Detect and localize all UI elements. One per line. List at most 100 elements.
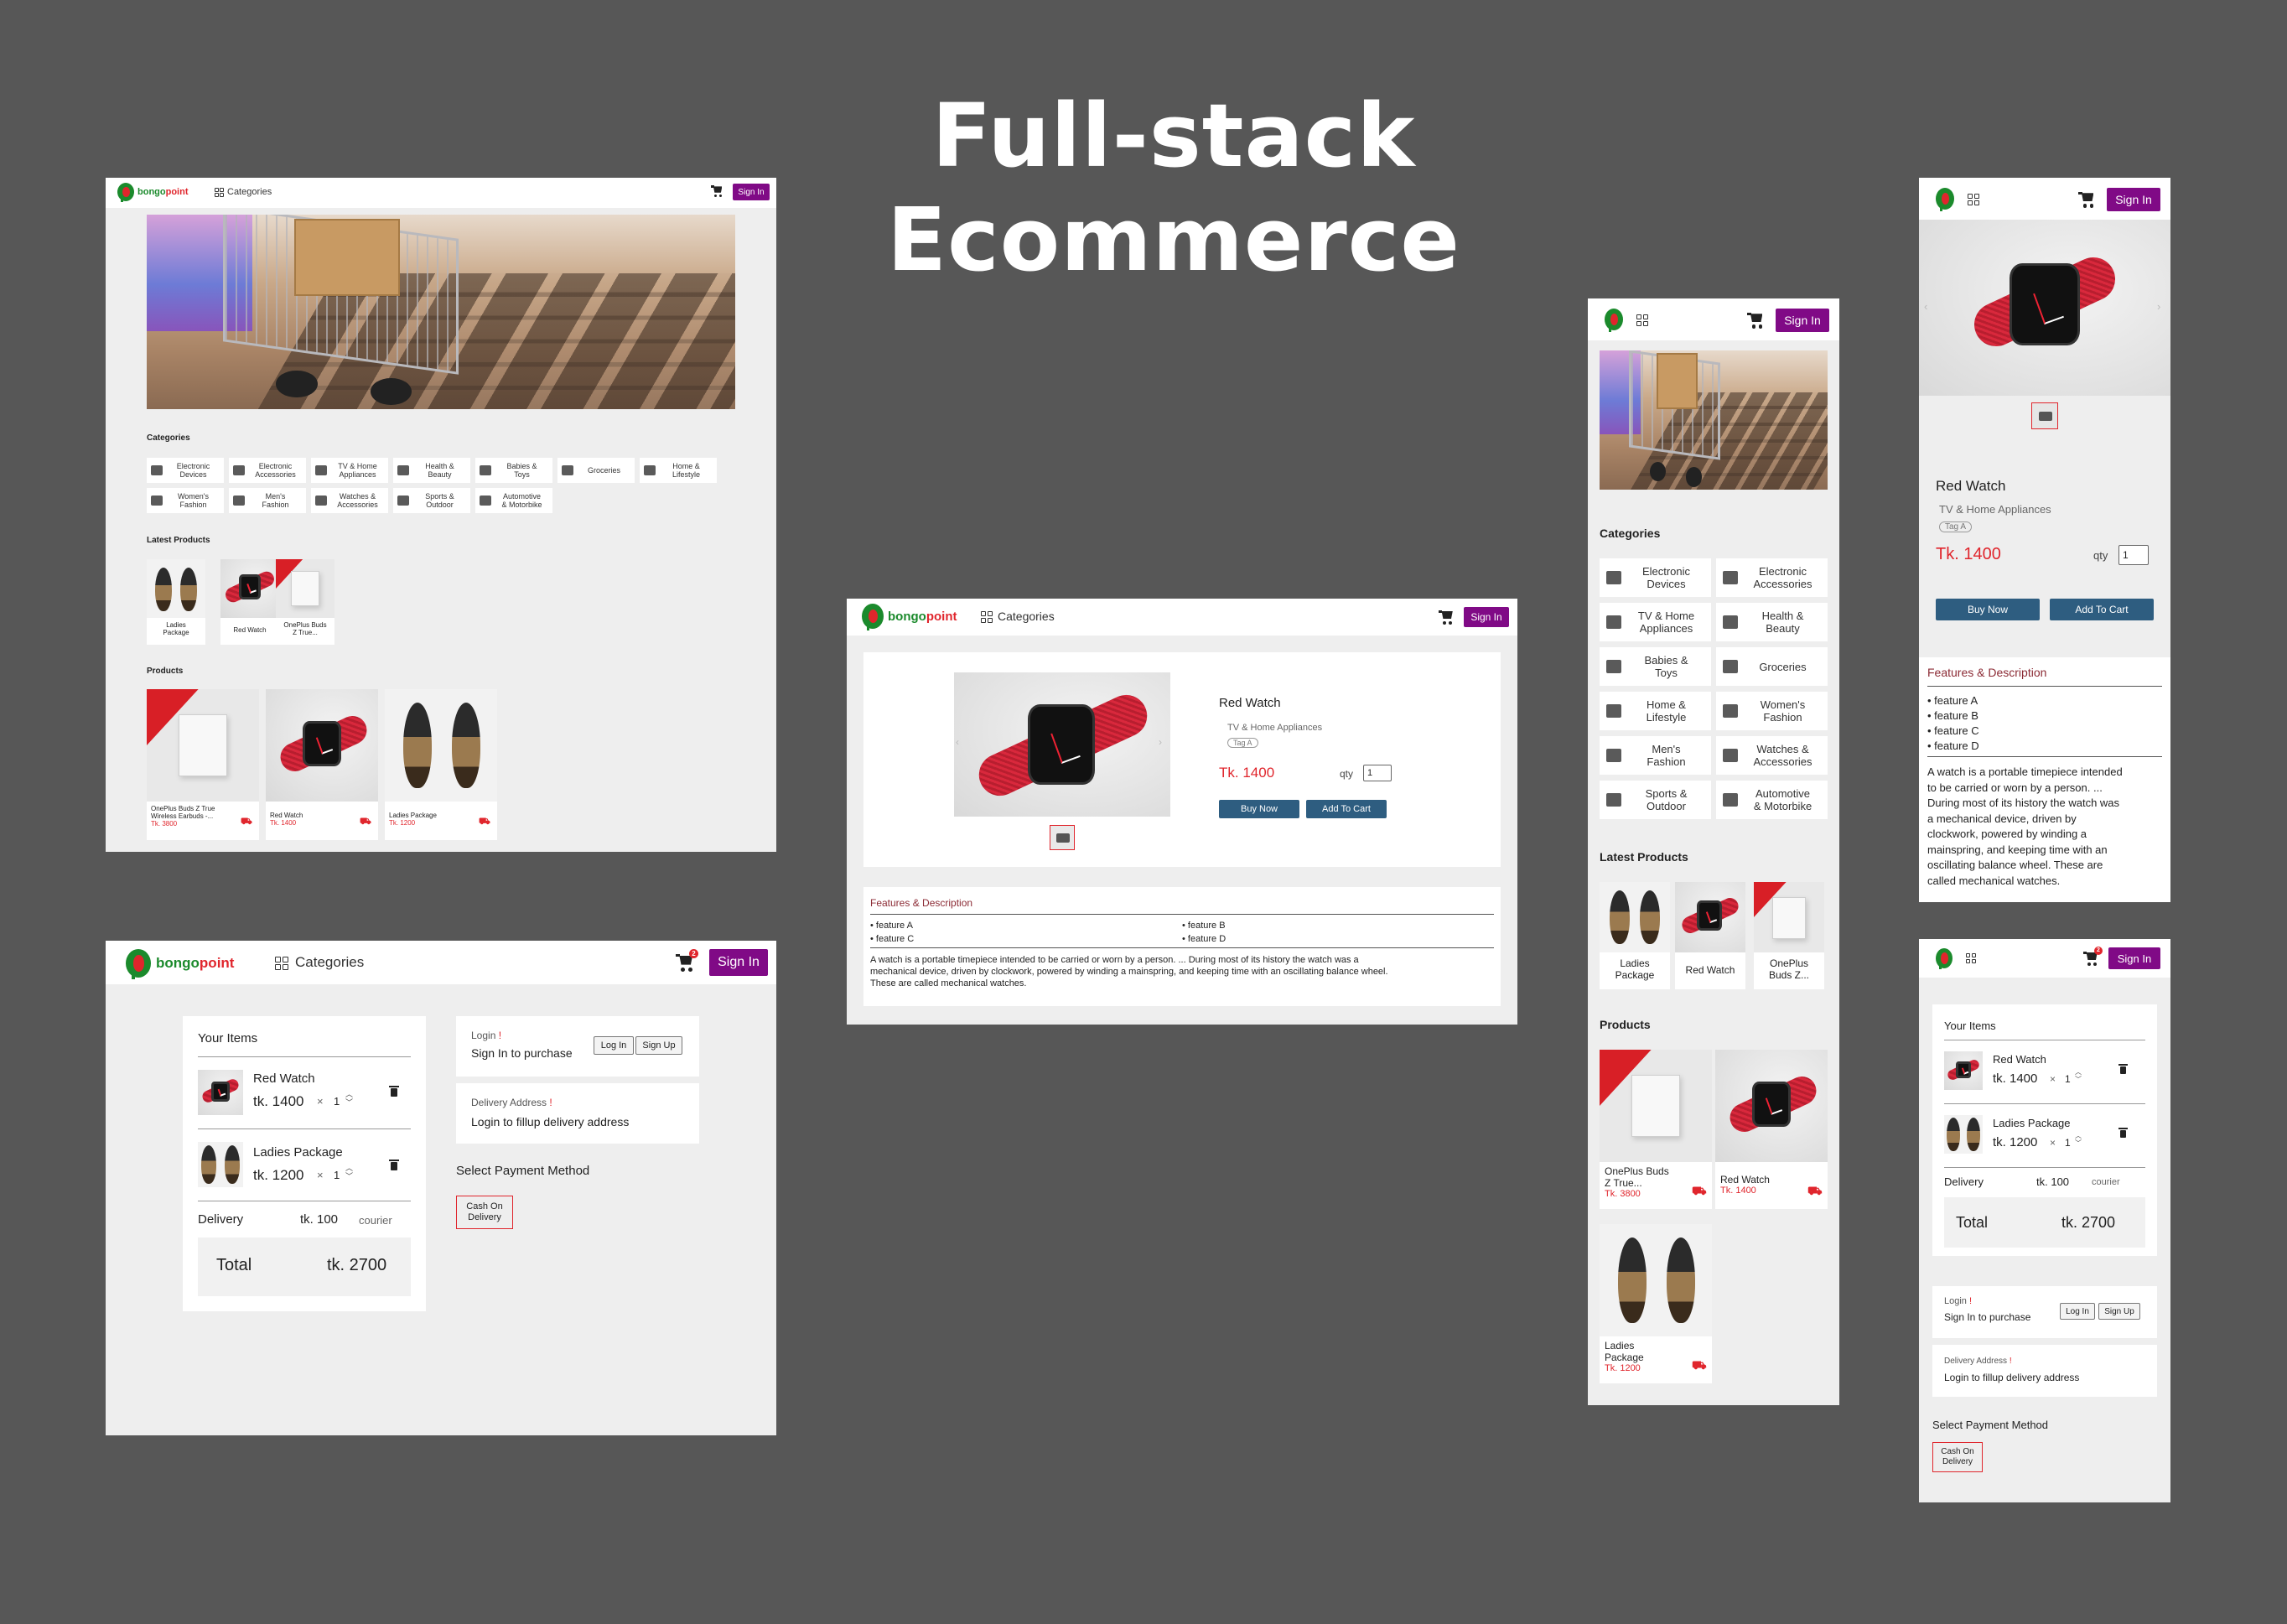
remove-item-icon[interactable]: [389, 1160, 399, 1170]
category-tv-home-appliances[interactable]: TV & Home Appliances: [311, 458, 388, 483]
qty-input[interactable]: 1: [1363, 765, 1392, 781]
category-mens-fashion[interactable]: Men's Fashion: [229, 488, 306, 513]
sign-in-button[interactable]: Sign In: [2107, 188, 2160, 211]
qty-stepper[interactable]: ︿ ﹀: [345, 1090, 353, 1107]
product-name: Red Watch: [270, 812, 303, 819]
logo-icon[interactable]: [1936, 188, 1954, 211]
categories-menu[interactable]: Categories: [227, 187, 272, 197]
times-sign: ×: [2050, 1137, 2056, 1149]
category-health-beauty[interactable]: Health & Beauty: [393, 458, 470, 483]
latest-card-ladies-package[interactable]: Ladies Package: [147, 559, 205, 645]
sign-in-button[interactable]: Sign In: [733, 184, 770, 200]
product-card-red-watch[interactable]: Red Watch Tk. 1400 ⛟: [266, 689, 378, 840]
latest-card-red-watch[interactable]: Red Watch: [220, 559, 279, 645]
categories-grid-icon[interactable]: [1636, 314, 1648, 326]
product-name: OnePlus: [1769, 957, 1809, 969]
category-electronic-accessories[interactable]: Electronic Accessories: [1716, 558, 1828, 597]
brand-logo[interactable]: bongo point: [117, 183, 189, 203]
qty-stepper[interactable]: ︿ ﹀: [2075, 1068, 2082, 1083]
add-to-cart-icon[interactable]: ⛟: [241, 817, 252, 828]
buy-now-button[interactable]: Buy Now: [1219, 800, 1299, 818]
cash-on-delivery-option[interactable]: Cash On Delivery: [456, 1196, 513, 1229]
carousel-prev-icon[interactable]: ‹: [1924, 300, 1927, 313]
category-babies-toys[interactable]: Babies & Toys: [1600, 647, 1711, 686]
categories-grid-icon[interactable]: [1966, 953, 1977, 964]
cart-icon[interactable]: [1747, 311, 1766, 329]
category-home-lifestyle[interactable]: Home & Lifestyle: [640, 458, 717, 483]
buy-now-button[interactable]: Buy Now: [1936, 599, 2040, 620]
add-to-cart-icon[interactable]: ⛟: [1807, 1184, 1823, 1200]
qty-stepper[interactable]: ︿ ﹀: [2075, 1132, 2082, 1147]
remove-item-icon[interactable]: [389, 1086, 399, 1097]
product-image: [1600, 1224, 1712, 1336]
sign-in-button[interactable]: Sign In: [709, 949, 768, 976]
product-card-ladies-package[interactable]: Ladies Package Tk. 1200 ⛟: [1600, 1224, 1712, 1383]
qty-stepper[interactable]: ︿ ﹀: [345, 1164, 353, 1180]
add-to-cart-button[interactable]: Add To Cart: [2050, 599, 2154, 620]
product-price: Tk. 3800: [151, 820, 178, 828]
category-sports-outdoor[interactable]: Sports & Outdoor: [393, 488, 470, 513]
categories-menu[interactable]: Categories: [295, 954, 364, 971]
carousel-next-icon[interactable]: ›: [2157, 300, 2160, 313]
product-card-oneplus-buds[interactable]: OnePlus Buds Z True... Tk. 3800 ⛟: [1600, 1050, 1712, 1209]
categories-grid-icon[interactable]: [1968, 194, 1979, 205]
categories-grid-icon[interactable]: [215, 188, 224, 197]
qty-input[interactable]: 1: [2118, 545, 2149, 565]
category-electronic-accessories[interactable]: Electronic Accessories: [229, 458, 306, 483]
categories-grid-icon[interactable]: [275, 957, 288, 970]
add-to-cart-icon[interactable]: ⛟: [360, 817, 371, 828]
category-health-beauty[interactable]: Health & Beauty: [1716, 603, 1828, 641]
category-electronic-devices[interactable]: Electronic Devices: [1600, 558, 1711, 597]
latest-card-oneplus-buds[interactable]: OnePlus Buds Z True...: [276, 559, 334, 645]
category-mens-fashion[interactable]: Men's Fashion: [1600, 736, 1711, 775]
category-electronic-devices[interactable]: Electronic Devices: [147, 458, 224, 483]
cart-icon[interactable]: [711, 184, 724, 198]
log-in-button[interactable]: Log In: [2060, 1303, 2095, 1320]
category-home-lifestyle[interactable]: Home & Lifestyle: [1600, 692, 1711, 730]
category-babies-toys[interactable]: Babies & Toys: [475, 458, 552, 483]
thumbnail[interactable]: [2031, 402, 2058, 429]
categories-menu[interactable]: Categories: [998, 610, 1055, 623]
latest-products-heading: Latest Products: [147, 536, 210, 545]
remove-item-icon[interactable]: [2118, 1128, 2128, 1138]
add-to-cart-icon[interactable]: ⛟: [1692, 1184, 1707, 1200]
add-to-cart-icon[interactable]: ⛟: [479, 817, 490, 828]
qty-label: qty: [1340, 768, 1354, 780]
category-watches-accessories[interactable]: Watches & Accessories: [311, 488, 388, 513]
thumbnail[interactable]: [1050, 825, 1075, 850]
add-to-cart-icon[interactable]: ⛟: [1692, 1358, 1707, 1374]
product-card-oneplus-buds[interactable]: OnePlus Buds Z True Wireless Earbuds -...…: [147, 689, 259, 840]
sign-in-button[interactable]: Sign In: [1776, 309, 1829, 332]
cart-icon[interactable]: [2078, 190, 2097, 209]
category-watches-accessories[interactable]: Watches & Accessories: [1716, 736, 1828, 775]
product-card-red-watch[interactable]: Red Watch Tk. 1400 ⛟: [1715, 1050, 1828, 1209]
category-automotive-motorbike[interactable]: Automotive & Motorbike: [1716, 781, 1828, 819]
category-womens-fashion[interactable]: Women's Fashion: [147, 488, 224, 513]
category-sports-outdoor[interactable]: Sports & Outdoor: [1600, 781, 1711, 819]
category-womens-fashion[interactable]: Women's Fashion: [1716, 692, 1828, 730]
sign-in-button[interactable]: Sign In: [1464, 607, 1509, 627]
cash-on-delivery-option[interactable]: Cash On Delivery: [1932, 1442, 1983, 1472]
logo-icon[interactable]: [1605, 309, 1623, 332]
latest-card-red-watch[interactable]: Red Watch: [1675, 882, 1745, 989]
cart-icon[interactable]: [1439, 609, 1455, 625]
sign-in-button[interactable]: Sign In: [2108, 947, 2160, 969]
category-tv-home-appliances[interactable]: TV & Home Appliances: [1600, 603, 1711, 641]
latest-card-ladies-package[interactable]: Ladies Package: [1600, 882, 1670, 989]
product-card-ladies-package[interactable]: Ladies Package Tk. 1200 ⛟: [385, 689, 497, 840]
category-automotive-motorbike[interactable]: Automotive & Motorbike: [475, 488, 552, 513]
logo-icon[interactable]: [1936, 948, 1953, 970]
categories-grid-icon[interactable]: [981, 611, 993, 623]
category-groceries[interactable]: Groceries: [557, 458, 635, 483]
brand-logo[interactable]: bongo point: [862, 604, 957, 630]
add-to-cart-button[interactable]: Add To Cart: [1306, 800, 1387, 818]
remove-item-icon[interactable]: [2118, 1064, 2128, 1074]
brand-logo[interactable]: bongo point: [126, 949, 234, 980]
log-in-button[interactable]: Log In: [594, 1036, 634, 1055]
latest-card-oneplus-buds[interactable]: OnePlus Buds Z...: [1754, 882, 1824, 989]
category-groceries[interactable]: Groceries: [1716, 647, 1828, 686]
sign-up-button[interactable]: Sign Up: [635, 1036, 682, 1055]
carousel-prev-icon[interactable]: ‹: [956, 736, 959, 748]
sign-up-button[interactable]: Sign Up: [2098, 1303, 2140, 1320]
carousel-next-icon[interactable]: ›: [1159, 736, 1162, 748]
